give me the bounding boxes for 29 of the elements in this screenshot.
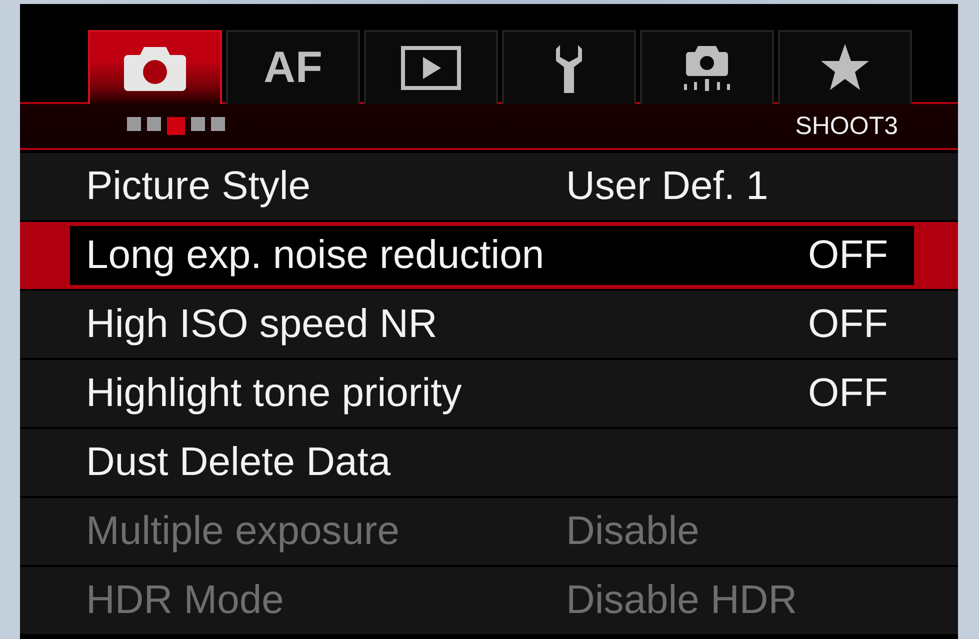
menu-tab[interactable]: AF xyxy=(226,30,360,104)
item-value: Disable xyxy=(566,509,700,554)
menu-item[interactable]: Picture Style User Def. 1 xyxy=(20,153,958,220)
item-value: User Def. 1 xyxy=(566,164,768,209)
menu-tab[interactable] xyxy=(640,30,774,104)
menu-item[interactable]: Dust Delete Data xyxy=(20,429,958,496)
menu-item[interactable]: Highlight tone priority OFF xyxy=(20,360,958,427)
star-icon xyxy=(820,44,870,92)
menu-tab[interactable] xyxy=(778,30,912,104)
menu-item[interactable]: Long exp. noise reduction OFF xyxy=(20,222,958,289)
menu-tab[interactable] xyxy=(364,30,498,104)
menu-tab[interactable] xyxy=(88,30,222,104)
item-label: Dust Delete Data xyxy=(86,440,392,485)
item-value: Disable HDR xyxy=(566,578,798,623)
play-icon xyxy=(401,46,461,90)
item-label: Picture Style xyxy=(86,164,312,209)
page-name: SHOOT3 xyxy=(795,112,898,140)
wrench-icon xyxy=(554,43,584,93)
item-value: OFF xyxy=(808,302,888,347)
item-value: OFF xyxy=(808,233,888,278)
menu-tab[interactable] xyxy=(502,30,636,104)
item-label: Long exp. noise reduction xyxy=(86,233,546,278)
camera-icon xyxy=(124,45,186,91)
item-label: Multiple exposure xyxy=(86,509,400,554)
item-label: HDR Mode xyxy=(86,578,285,623)
item-label: Highlight tone priority xyxy=(86,371,463,416)
menu-item[interactable]: High ISO speed NR OFF xyxy=(20,291,958,358)
item-value: OFF xyxy=(808,371,888,416)
item-label: High ISO speed NR xyxy=(86,302,438,347)
